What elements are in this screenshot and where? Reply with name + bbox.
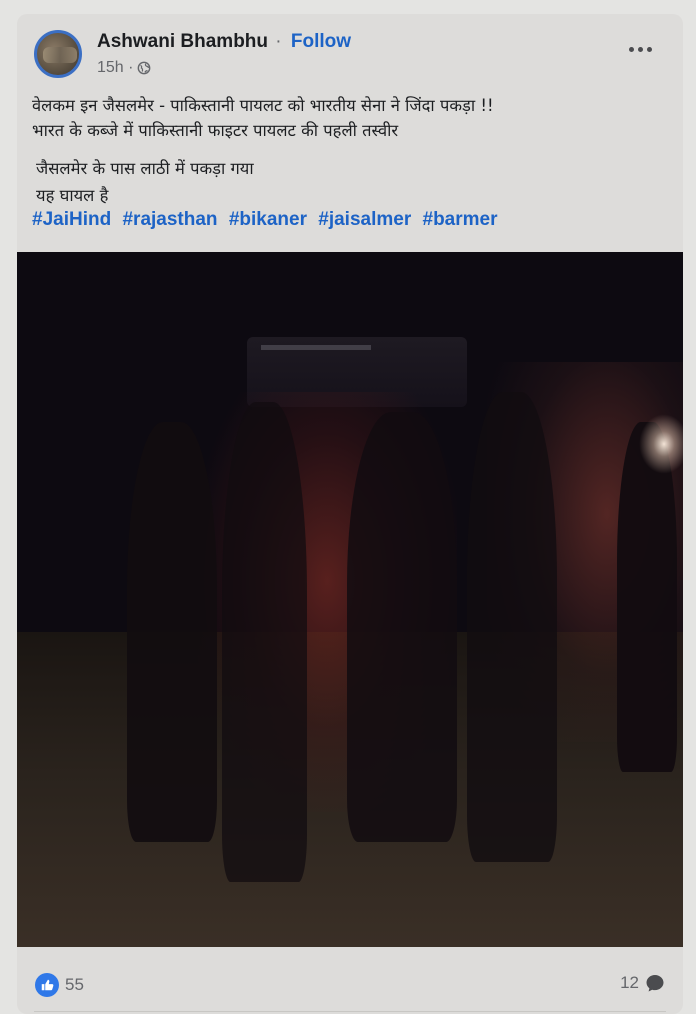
hashtag-link[interactable]: #jaisalmer (318, 209, 411, 230)
like-count[interactable]: 55 (35, 973, 84, 997)
photo-figure (617, 422, 677, 772)
like-thumb-icon (35, 973, 59, 997)
more-options-icon[interactable] (629, 44, 655, 54)
post-message: वेलकम इन जैसलमेर - पाकिस्तानी पायलट को भ… (32, 93, 494, 143)
post-text-line: वेलकम इन जैसलमेर - पाकिस्तानी पायलट को भ… (32, 96, 494, 115)
comment-count[interactable]: 12 (620, 973, 665, 993)
post-timestamp[interactable]: 15h · (97, 59, 133, 77)
hashtag-link[interactable]: #bikaner (229, 209, 307, 230)
like-count-value: 55 (65, 975, 84, 994)
follow-button[interactable]: Follow (291, 31, 351, 52)
photo-flashlight (639, 414, 683, 474)
author-avatar[interactable] (34, 30, 82, 78)
globe-icon (138, 61, 151, 75)
post-header: Ashwani Bhambhu · Follow (97, 31, 351, 53)
post-text-line: यह घायल है (36, 186, 109, 205)
photo-figure (347, 412, 457, 842)
post-text-line: भारत के कब्जे में पाकिस्तानी फाइटर पायलट… (32, 121, 399, 140)
hashtag-link[interactable]: #barmer (423, 209, 498, 230)
photo-figure (467, 392, 557, 862)
photo-figure (222, 402, 307, 882)
header-separator: · (275, 31, 282, 52)
comment-count-value: 12 (620, 973, 639, 992)
hashtag-link[interactable]: #rajasthan (122, 209, 217, 230)
hashtag-link[interactable]: #JaiHind (32, 209, 111, 230)
post-meta: 15h · (97, 59, 151, 77)
photo-figure (127, 422, 217, 842)
reaction-bar: 55 12 (17, 947, 683, 1014)
author-name[interactable]: Ashwani Bhambhu (97, 31, 268, 52)
post-photo[interactable] (17, 252, 683, 947)
footer-divider (34, 1011, 666, 1012)
post-card: Ashwani Bhambhu · Follow 15h · वेलकम इन … (17, 14, 683, 1014)
post-message-detail: जैसलमेर के पास लाठी में पकड़ा गया यह घाय… (36, 155, 254, 209)
hashtag-list: #JaiHind #rajasthan #bikaner #jaisalmer … (32, 209, 504, 231)
post-text-line: जैसलमेर के पास लाठी में पकड़ा गया (36, 159, 254, 178)
comment-bubble-icon (646, 975, 664, 992)
